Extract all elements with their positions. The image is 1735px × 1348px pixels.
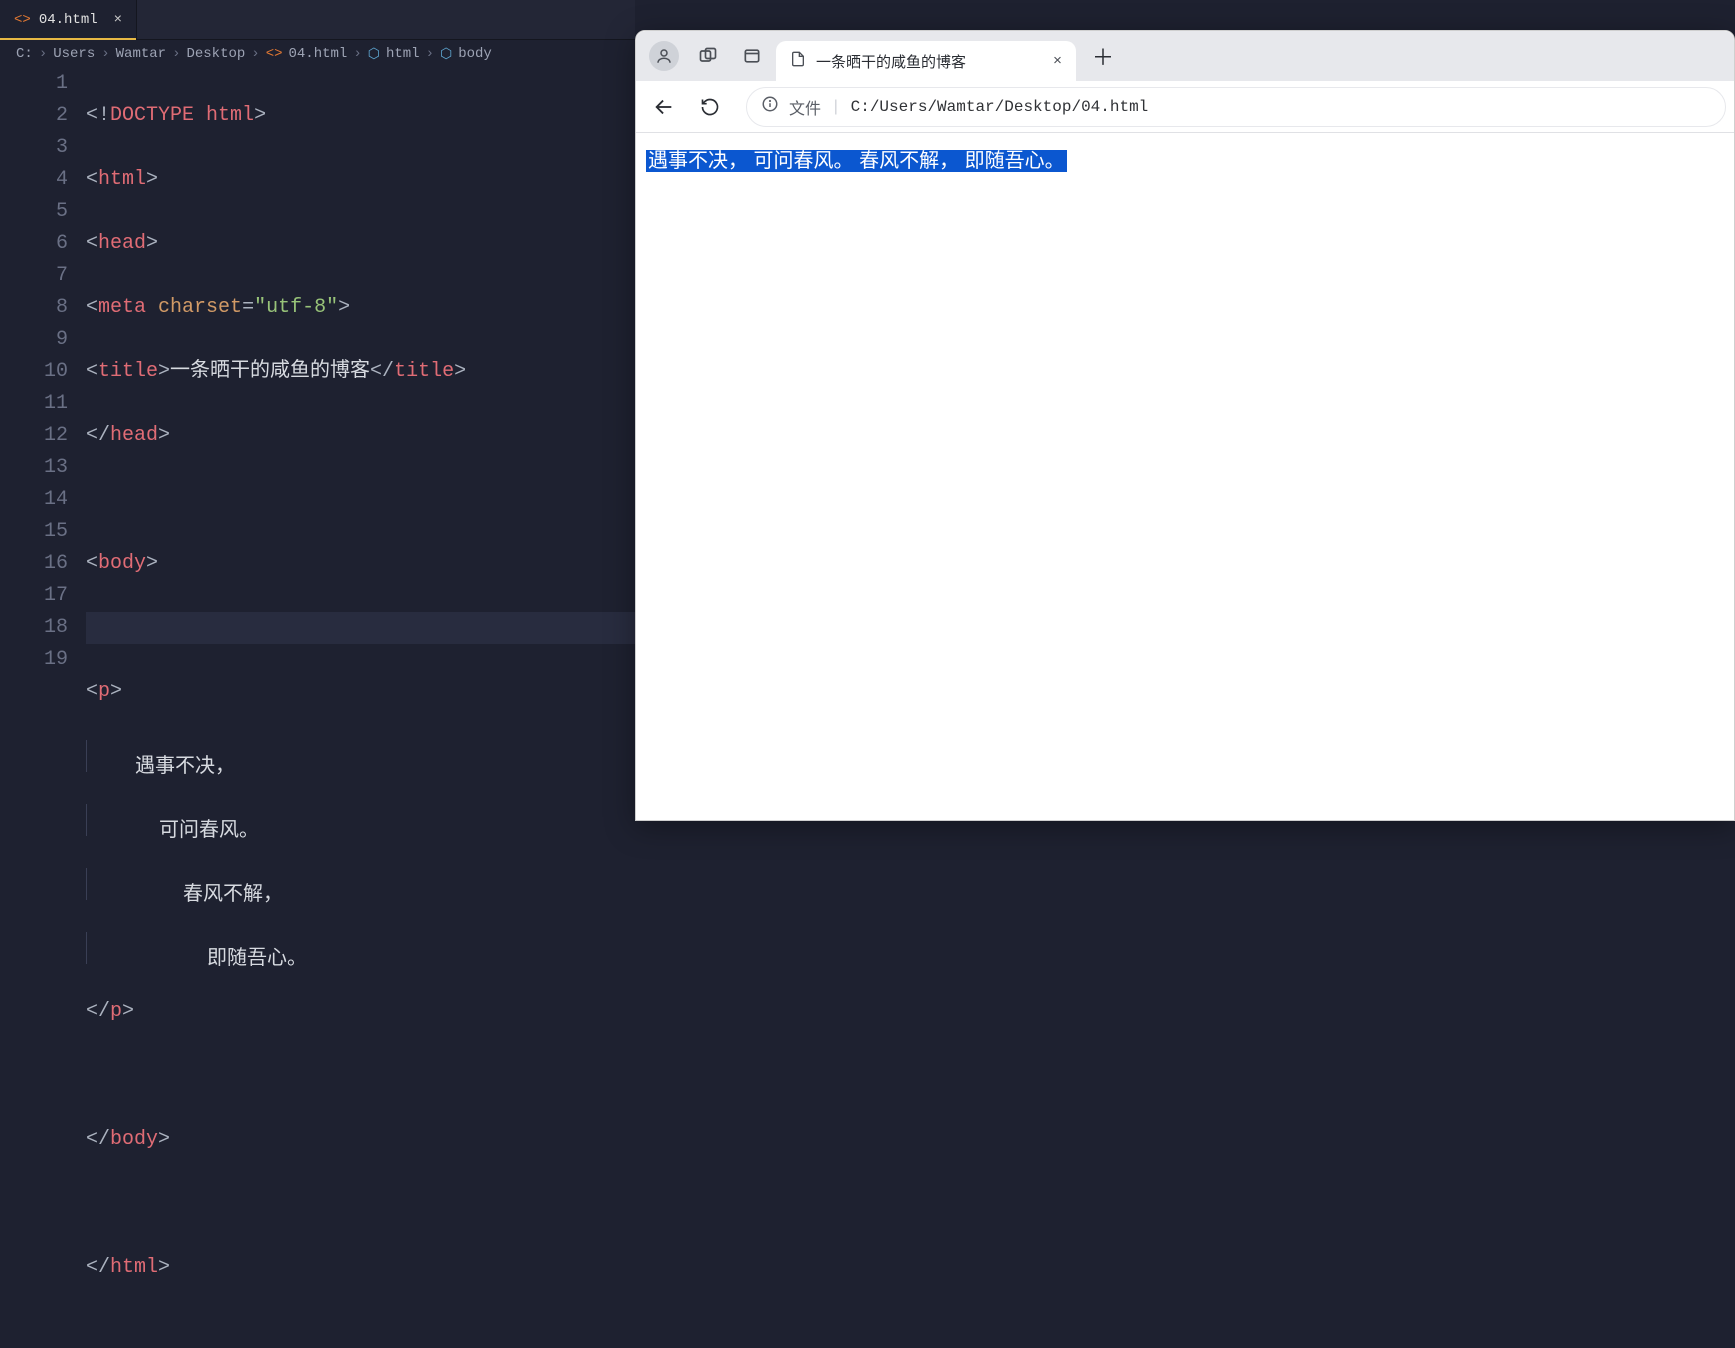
- address-bar: 文件 | C:/Users/Wamtar/Desktop/04.html: [636, 81, 1734, 133]
- struct-icon: ⬡: [368, 46, 380, 63]
- code-area[interactable]: 12345678910111213141516171819 <!DOCTYPE …: [0, 68, 635, 1348]
- breadcrumb-part[interactable]: Wamtar: [116, 46, 166, 62]
- profile-avatar-icon[interactable]: [649, 41, 679, 71]
- code-editor: <> 04.html × C: › Users › Wamtar › Deskt…: [0, 0, 635, 821]
- back-button[interactable]: [644, 87, 684, 127]
- workspaces-icon[interactable]: [688, 36, 728, 76]
- close-icon[interactable]: ×: [114, 12, 122, 28]
- refresh-button[interactable]: [690, 87, 730, 127]
- page-icon: [790, 50, 806, 73]
- separator: |: [831, 98, 841, 116]
- close-icon[interactable]: ×: [1053, 53, 1062, 70]
- breadcrumb: C: › Users › Wamtar › Desktop › <> 04.ht…: [0, 40, 635, 68]
- selected-paragraph-text[interactable]: 遇事不决， 可问春风。 春风不解， 即随吾心。: [646, 150, 1067, 172]
- breadcrumb-part[interactable]: html: [386, 46, 420, 62]
- page-viewport[interactable]: 遇事不决， 可问春风。 春风不解， 即随吾心。: [636, 133, 1734, 189]
- browser-tab-title: 一条晒干的咸鱼的博客: [816, 51, 1043, 72]
- line-gutter: 12345678910111213141516171819: [0, 68, 86, 1348]
- chevron-right-icon: ›: [251, 46, 259, 62]
- breadcrumb-part[interactable]: 04.html: [289, 46, 348, 62]
- html-file-icon: <>: [14, 12, 31, 28]
- url-text: C:/Users/Wamtar/Desktop/04.html: [851, 98, 1149, 116]
- collections-icon[interactable]: [732, 36, 772, 76]
- url-scheme-label: 文件: [789, 95, 821, 119]
- html-file-icon: <>: [266, 46, 283, 62]
- url-field[interactable]: 文件 | C:/Users/Wamtar/Desktop/04.html: [746, 87, 1726, 127]
- browser-tabs-row: 一条晒干的咸鱼的博客 × ＋: [636, 31, 1734, 81]
- breadcrumb-part[interactable]: Desktop: [186, 46, 245, 62]
- new-tab-button[interactable]: ＋: [1086, 39, 1120, 73]
- editor-tabs-row: <> 04.html ×: [0, 0, 635, 40]
- chevron-right-icon: ›: [101, 46, 109, 62]
- editor-tab-filename: 04.html: [39, 12, 98, 28]
- browser-window: 一条晒干的咸鱼的博客 × ＋ 文件 | C:/Users/Wamtar/Desk…: [635, 30, 1735, 821]
- breadcrumb-part[interactable]: body: [458, 46, 492, 62]
- chevron-right-icon: ›: [39, 46, 47, 62]
- chevron-right-icon: ›: [172, 46, 180, 62]
- code-text[interactable]: <!DOCTYPE html> <html> <head> <meta char…: [86, 68, 635, 1348]
- browser-tab[interactable]: 一条晒干的咸鱼的博客 ×: [776, 41, 1076, 81]
- breadcrumb-part[interactable]: Users: [53, 46, 95, 62]
- editor-tab[interactable]: <> 04.html ×: [0, 0, 137, 39]
- breadcrumb-part[interactable]: C:: [16, 46, 33, 62]
- struct-icon: ⬡: [440, 46, 452, 63]
- chevron-right-icon: ›: [426, 46, 434, 62]
- chevron-right-icon: ›: [353, 46, 361, 62]
- info-icon[interactable]: [761, 95, 779, 118]
